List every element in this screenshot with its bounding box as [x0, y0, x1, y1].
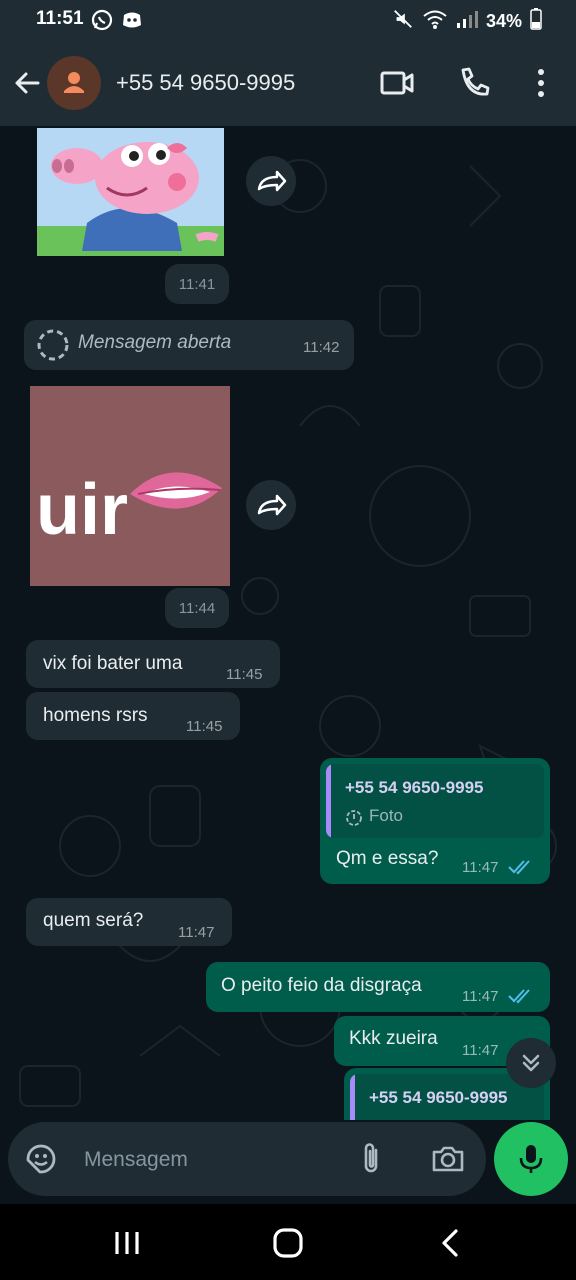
camera-icon[interactable]: [430, 1142, 466, 1181]
system-navigation-bar: [0, 1204, 576, 1280]
status-indicators: 34%: [392, 8, 542, 35]
quoted-sender: +55 54 9650-9995: [369, 1088, 508, 1107]
voice-call-icon[interactable]: [454, 64, 492, 102]
contact-name[interactable]: +55 54 9650-9995: [116, 70, 295, 96]
read-ticks-icon: [508, 988, 534, 1009]
view-once-message[interactable]: Mensagem aberta 11:42: [24, 320, 354, 370]
view-once-label: Mensagem aberta: [78, 332, 232, 353]
sticker-image[interactable]: [37, 128, 224, 256]
message-input[interactable]: Mensagem: [8, 1122, 486, 1196]
sticker-image[interactable]: uir: [30, 386, 230, 586]
timestamp: 11:41: [178, 275, 216, 293]
message-time: 11:42: [303, 339, 340, 356]
message-text: homens rsrs: [43, 705, 148, 726]
message-time: 11:47: [178, 924, 215, 941]
photo-icon: [345, 809, 363, 832]
battery-icon: [530, 8, 542, 35]
read-ticks-icon: [508, 859, 534, 880]
quoted-type: Foto: [369, 806, 404, 825]
quoted-message[interactable]: +55 54 9650-9995 Foto: [326, 764, 544, 838]
message-text: quem será?: [43, 910, 144, 931]
timestamp: 11:44: [178, 599, 216, 617]
message-placeholder: Mensagem: [84, 1148, 188, 1171]
incoming-message[interactable]: quem será? 11:47: [26, 898, 232, 946]
more-options-icon[interactable]: [522, 64, 560, 102]
forward-icon[interactable]: [246, 156, 296, 206]
quoted-sender: +55 54 9650-9995: [345, 778, 484, 797]
view-once-icon: [36, 328, 70, 367]
message-time: 11:45: [226, 666, 263, 683]
message-time: 11:47: [462, 988, 499, 1005]
composer-bar: Mensagem: [0, 1120, 576, 1204]
sticker-timestamp: 11:41: [165, 264, 229, 304]
message-time: 11:45: [186, 718, 223, 735]
voice-message-button[interactable]: [494, 1122, 568, 1196]
forward-icon[interactable]: [246, 480, 296, 530]
battery-percentage: 34%: [485, 11, 522, 31]
message-text: Qm e essa?: [336, 848, 439, 869]
message-text: vix foi bater uma: [43, 653, 183, 674]
back-nav-icon[interactable]: [436, 1228, 466, 1263]
recent-apps-icon[interactable]: [112, 1228, 142, 1263]
outgoing-reply-message[interactable]: +55 54 9650-9995 Foto Qm e essa? 11:47: [320, 758, 550, 884]
attach-icon[interactable]: [356, 1142, 386, 1181]
double-chevron-down-icon: [522, 1054, 540, 1072]
back-arrow-icon[interactable]: [10, 66, 44, 100]
incoming-message[interactable]: homens rsrs 11:45: [26, 692, 240, 740]
message-time: 11:47: [462, 1042, 499, 1059]
microphone-icon: [519, 1145, 543, 1173]
home-icon[interactable]: [271, 1226, 305, 1265]
sticker-emoji-icon[interactable]: [24, 1142, 58, 1181]
incoming-message[interactable]: vix foi bater uma 11:45: [26, 640, 280, 688]
message-list[interactable]: 11:41 Mensagem aberta 11:42 uir 11:44 vi…: [0, 126, 576, 1120]
scroll-to-bottom-button[interactable]: [506, 1038, 556, 1088]
whatsapp-notification-icon: [90, 8, 114, 37]
mute-icon: [392, 8, 414, 35]
status-bar: 11:51 34%: [0, 0, 576, 40]
message-text: Kkk zueira: [349, 1028, 438, 1049]
sticker-timestamp: 11:44: [165, 588, 229, 628]
status-time: 11:51: [36, 8, 84, 29]
chat-header: +55 54 9650-9995: [0, 40, 576, 126]
quote-accent-bar: [326, 764, 331, 838]
discord-notification-icon: [120, 8, 144, 37]
wifi-icon: [422, 8, 448, 35]
quote-accent-bar: [350, 1074, 355, 1120]
message-text: O peito feio da disgraça: [221, 975, 422, 996]
outgoing-message[interactable]: O peito feio da disgraça 11:47: [206, 962, 550, 1012]
contact-avatar[interactable]: [47, 56, 101, 110]
sticker-text: uir: [36, 470, 128, 550]
video-call-icon[interactable]: [378, 64, 416, 102]
signal-icon: [456, 9, 478, 34]
message-time: 11:47: [462, 859, 499, 876]
